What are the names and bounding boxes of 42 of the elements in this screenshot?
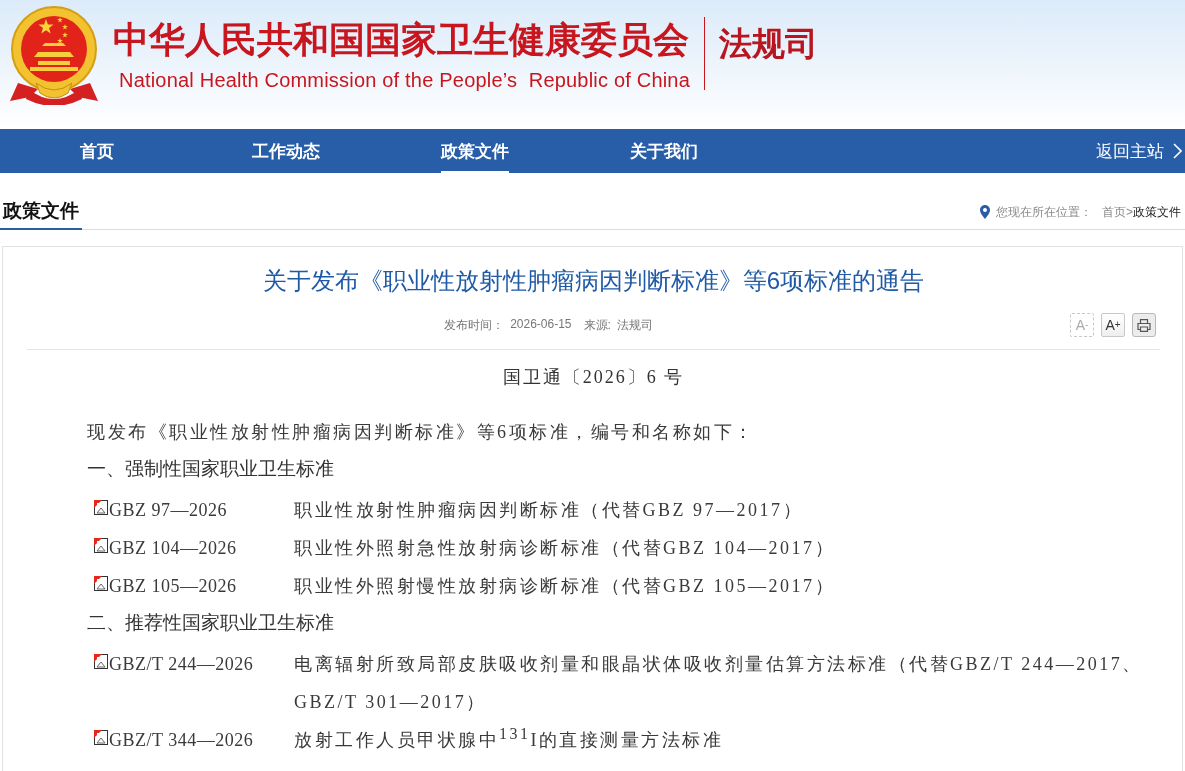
nav-tab[interactable]: 首页 (79, 129, 114, 173)
meta-value: 2026-06-15 (510, 316, 572, 333)
standard-name: 职业性外照射急性放射病诊断标准（代替GBZ 104—2017） (294, 537, 836, 560)
meta-label: 发布时间： (444, 316, 505, 334)
document-number: 国卫通〔2026〕6 号 (501, 366, 686, 389)
standard-name: 职业性外照射慢性放射病诊断标准（代替GBZ 105—2017） (294, 575, 836, 598)
pdf-file-icon[interactable] (93, 729, 109, 746)
standard-code: GBZ 104—2026 (109, 537, 238, 560)
meta-value: 法规司 (616, 316, 653, 334)
nav-tab[interactable]: 关于我们 (629, 129, 698, 173)
meta-label: 来源: (583, 316, 611, 334)
standard-name: 放射工作人员甲状腺中$^{131}$I的直接测量方法标准 (294, 724, 725, 752)
department-name: 法规司 (719, 24, 819, 64)
print-button[interactable] (1132, 313, 1156, 337)
standard-code: GBZ/T 344—2026 (109, 729, 255, 752)
printer-icon (1137, 318, 1151, 332)
font-larger-button[interactable]: A$^{+}$ (1101, 313, 1125, 337)
breadcrumb-link[interactable]: 首页 (1102, 203, 1126, 221)
standard-code: GBZ 105—2026 (109, 575, 238, 598)
pdf-file-icon[interactable] (93, 537, 109, 554)
standard-name: 职业性放射性肿瘤病因判断标准（代替GBZ 97—2017） (294, 499, 804, 522)
standard-name: 电离辐射所致局部皮肤吸收剂量和眼晶状体吸收剂量估算方法标准（代替GBZ/T 244—2017、GBZ/T 301—2017） (294, 653, 1144, 714)
breadcrumb-separator: > (1126, 205, 1133, 219)
nav-tab[interactable]: 政策文件 (440, 129, 509, 173)
breadcrumb-label: 您现在所在位置： (996, 203, 1092, 221)
group-heading: 二、推荐性国家职业卫生标准 (87, 611, 335, 635)
back-link[interactable]: 返回主站 (1096, 129, 1185, 173)
nav-tab[interactable]: 工作动态 (251, 129, 320, 173)
intro-paragraph: 现发布《职业性放射性肿瘤病因判断标准》等6项标准，编号和名称如下： (87, 421, 756, 444)
article-title: 关于发布《职业性放射性肿瘤病因判断标准》等6项标准的通告 (261, 266, 926, 296)
section-title: 政策文件 (0, 195, 82, 230)
pdf-file-icon[interactable] (93, 499, 109, 516)
standard-code: GBZ/T 244—2026 (109, 653, 255, 676)
pdf-file-icon[interactable] (93, 575, 109, 592)
site-subtitle: National Health Commission of the People’s Republic of China (119, 68, 691, 93)
group-heading: 一、强制性国家职业卫生标准 (87, 457, 335, 481)
location-pin-icon (980, 205, 990, 219)
chevron-icon (1173, 143, 1182, 159)
standard-code: GBZ 97—2026 (109, 499, 228, 522)
pdf-file-icon[interactable] (93, 653, 109, 670)
breadcrumb-link[interactable]: 政策文件 (1133, 203, 1181, 221)
site-title: 中华人民共和国国家卫生健康委员会 (113, 18, 690, 62)
